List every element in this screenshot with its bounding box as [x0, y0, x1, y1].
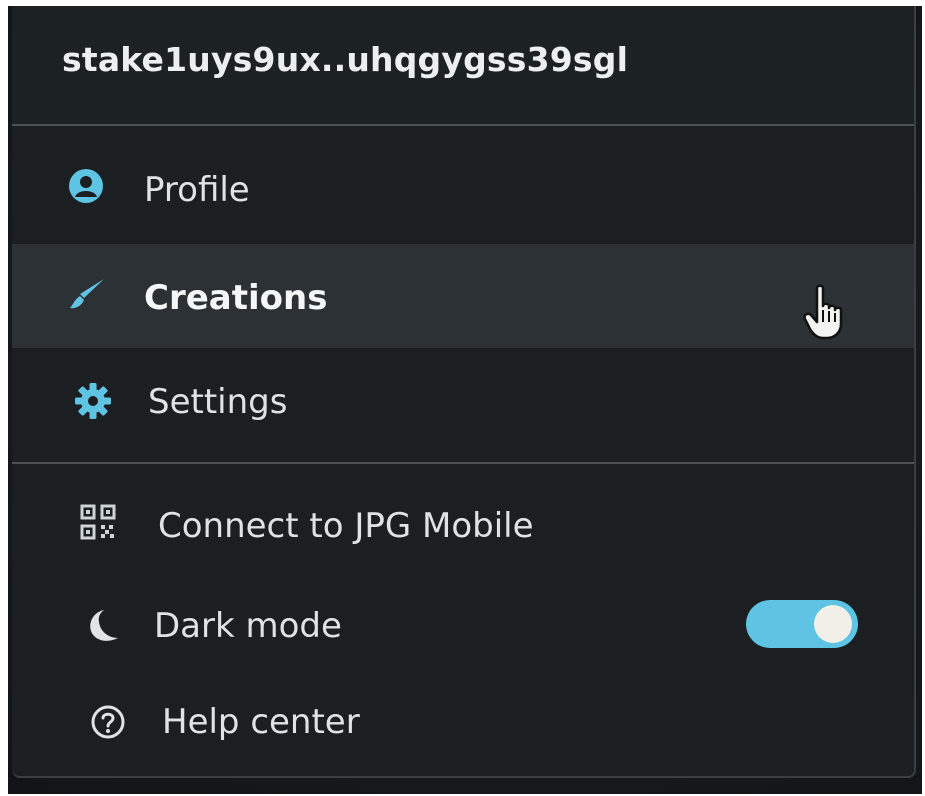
wallet-header: stake1uys9ux..uhqgygss39sgl	[12, 6, 914, 126]
menu-divider	[12, 462, 914, 464]
wallet-address[interactable]: stake1uys9ux..uhqgygss39sgl	[62, 40, 628, 79]
menu-item-label: Creations	[144, 278, 328, 318]
account-dropdown-menu: stake1uys9ux..uhqgygss39sgl Profile Crea…	[12, 6, 916, 778]
question-circle-icon	[90, 704, 126, 740]
hand-pointer-cursor-icon	[803, 284, 849, 342]
menu-item-settings[interactable]: Settings	[12, 350, 914, 454]
gear-icon	[74, 382, 111, 419]
screen: stake1uys9ux..uhqgygss39sgl Profile Crea…	[0, 0, 925, 796]
paintbrush-icon	[68, 276, 104, 312]
moon-icon	[82, 606, 118, 642]
menu-item-label: Connect to JPG Mobile	[158, 506, 534, 546]
menu-item-label: Profile	[144, 170, 250, 210]
menu-item-profile[interactable]: Profile	[12, 138, 914, 242]
toggle-knob	[814, 605, 852, 643]
menu-item-label: Settings	[148, 382, 288, 422]
menu-item-creations[interactable]: Creations	[12, 244, 914, 348]
menu-item-label: Dark mode	[154, 606, 342, 646]
dark-mode-toggle[interactable]	[746, 600, 858, 648]
menu-item-dark-mode[interactable]: Dark mode	[12, 584, 914, 688]
qr-code-icon	[80, 504, 116, 540]
user-circle-icon	[68, 168, 104, 204]
menu-item-help-center[interactable]: Help center	[12, 682, 914, 786]
menu-item-label: Help center	[162, 702, 360, 742]
menu-item-connect-mobile[interactable]: Connect to JPG Mobile	[12, 472, 914, 576]
